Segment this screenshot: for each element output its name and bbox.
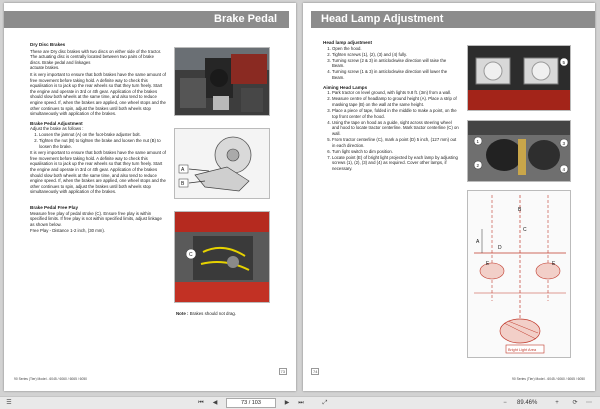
first-page-icon[interactable]: ⏮ [196,398,206,408]
list-item: From tractor centerline (C), mark a poin… [332,137,459,148]
list-item: Place a piece of tape, folded in the mid… [332,108,459,119]
paragraph: It is very important to ensure that both… [30,150,166,195]
bright-light-area-label: Bright Light Area [508,348,537,352]
header-bar: Head Lamp Adjustment [311,11,595,28]
fit-page-icon[interactable]: ⤢ [320,398,330,408]
paragraph: Free Play - Distance 1-2 inch, (30 mm). [30,228,105,234]
list-item: Park tractor on level ground, with light… [332,90,459,96]
rotate-icon[interactable]: ⟳ [570,398,580,408]
list-item: Using the tape on hood as a guide, sight… [332,120,459,137]
page-74: Head Lamp Adjustment Head lamp adjustmen… [303,3,595,391]
header-bar: Brake Pedal [4,11,289,28]
note: Note : Brakes should not drag. [176,311,236,316]
diagram-label-c: C [523,227,527,233]
page-title: Brake Pedal [214,13,277,25]
zoom-out-icon[interactable]: − [500,398,510,408]
document-viewer: Brake Pedal Dry Disc Brakes These are Dr… [0,0,600,396]
page-number: 74 [311,368,320,375]
next-page-icon[interactable]: ▶ [282,398,292,408]
text-column: Dry Disc Brakes These are Dry disc brake… [30,40,166,234]
brake-linkage-drawing: A B [174,128,270,199]
paragraph: It is very important to ensure that both… [30,71,166,117]
list-item: Turning screw (1 & 3) in anticlockwise d… [332,69,459,80]
previous-page-icon[interactable]: ◀ [210,398,220,408]
diagram-label-b: B [518,207,522,213]
paragraph: These are Dry disc brakes with two discs… [30,48,162,65]
footer: 90 Series (Tier) Model - 6045 / 6060 / 6… [511,377,585,381]
paragraph: Measure free play of pedal stroke (C). E… [30,210,162,227]
tractor-cabin-photo [174,47,270,116]
viewer-toolbar: ☰ ⏮ ◀ 73 / 103 ▶ ⏭ ⤢ − 89.46% + ⟳ ⋯ [0,396,600,409]
list-item: Measure centre of headlamp to ground hei… [332,96,459,107]
page-number: 73 [278,368,287,375]
list-item: Tighten screws (1), (2), (3) and (4) ful… [332,52,459,58]
page-title: Head Lamp Adjustment [321,13,444,25]
hood-tape-photo: 1 3 2 4 [467,120,571,182]
diagram-label-d: D [498,245,502,251]
step-list: Loosen the jamnut (A) on the foot-brake … [30,132,166,149]
zoom-in-icon[interactable]: + [552,398,562,408]
sidebar-toggle-icon[interactable]: ☰ [4,398,14,408]
text-column: Head lamp adjustment Open the hood. Tigh… [323,38,459,172]
last-page-icon[interactable]: ⏭ [296,398,306,408]
step-list: Open the hood. Tighten screws (1), (2), … [323,46,459,81]
page-number-input[interactable]: 73 / 103 [226,398,276,408]
footer: 90 Series (Tier) Model - 6045 / 6060 / 6… [14,377,88,381]
zoom-level[interactable]: 89.46% [517,398,537,408]
section-heading: Dry Disc Brakes [30,42,66,47]
aiming-diagram: B A C D E E Bright Light Area [467,190,571,358]
diagram-label-a: A [476,239,480,245]
note-label: Note : [176,311,189,316]
list-item: Loosen the jamnut (A) on the foot-brake … [39,132,166,138]
pedal-free-play-photo: C [174,211,270,303]
note-text: Brakes should not drag. [189,311,237,316]
paragraph: actuate brakes. [30,65,60,71]
list-item: Open the hood. [332,46,459,52]
more-options-icon[interactable]: ⋯ [584,398,594,408]
list-item: Tighten the nut (B) to tighten the brake… [39,138,166,149]
list-item: Turn light switch to dim position. [332,149,459,155]
list-item: Turning screw (2 & 3) in anticlockwise d… [332,58,459,69]
step-list: Park tractor on level ground, with light… [323,90,459,171]
list-item: Locate point (E) of bright light project… [332,155,459,172]
headlamp-photo: 5 [467,45,571,111]
svg-text:C: C [189,252,193,258]
page-73: Brake Pedal Dry Disc Brakes These are Dr… [4,3,296,391]
